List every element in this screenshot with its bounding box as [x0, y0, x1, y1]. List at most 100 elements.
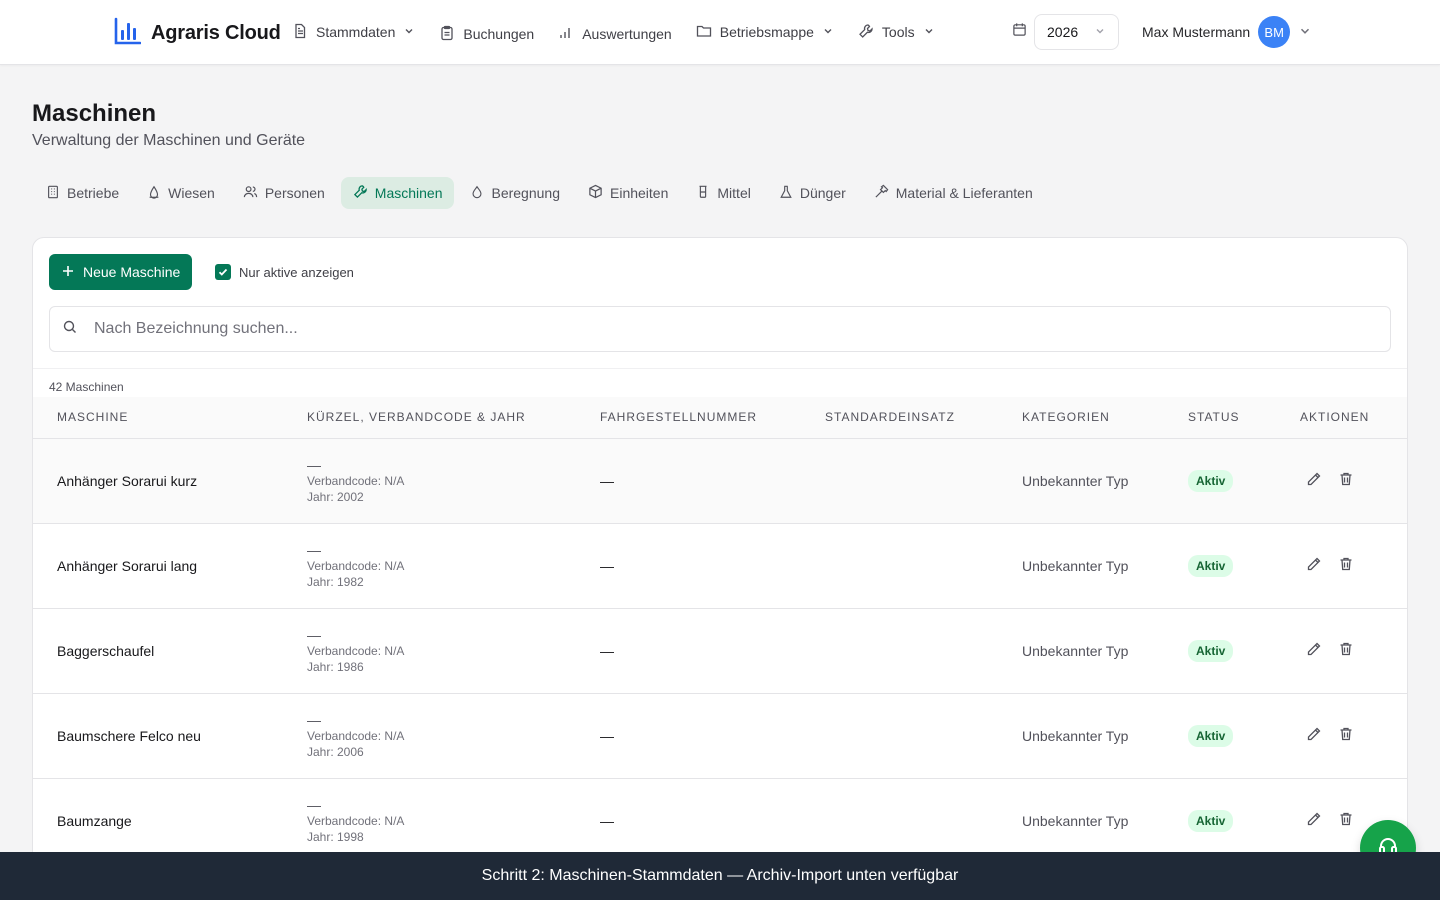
edit-icon[interactable]	[1306, 471, 1322, 490]
delete-icon[interactable]	[1338, 641, 1354, 660]
bar-chart-icon	[558, 25, 574, 44]
status-badge: Aktiv	[1188, 724, 1234, 747]
search-input[interactable]	[94, 320, 1294, 338]
wrench-icon	[858, 23, 874, 42]
status-cell: Aktiv	[1188, 693, 1300, 778]
standardeinsatz	[825, 778, 1022, 863]
edit-icon[interactable]	[1306, 641, 1322, 660]
verbandcode: Verbandcode: N/A	[307, 643, 405, 658]
nav-label: Stammdaten	[316, 24, 396, 40]
table-row[interactable]: Baggerschaufel — Verbandcode: N/A Jahr: 198…	[33, 608, 1407, 693]
tab-mittel[interactable]: Mittel	[684, 177, 762, 209]
column-header[interactable]: KATEGORIEN	[1022, 397, 1188, 439]
top-navbar: Agraris Cloud Stammdaten Buchungen Auswe…	[0, 0, 1440, 65]
machine-meta: — Verbandcode: N/A Jahr: 2002	[307, 438, 600, 523]
chevron-down-icon	[403, 24, 415, 40]
nav-auswertungen[interactable]: Auswertungen	[558, 25, 672, 44]
verbandcode: Verbandcode: N/A	[307, 558, 405, 573]
kuerzel: —	[307, 711, 321, 728]
fahrgestellnummer: —	[600, 557, 614, 574]
table-row[interactable]: Baumschere Felco neu — Verbandcode: N/A Jah…	[33, 693, 1407, 778]
nav-tools[interactable]: Tools	[858, 23, 935, 42]
tab-label: Betriebe	[67, 185, 120, 201]
only-active-toggle[interactable]: Nur aktive anzeigen	[215, 264, 354, 280]
new-machine-button[interactable]: Neue Maschine	[49, 254, 193, 290]
table-row[interactable]: Anhänger Sorarui kurz — Verbandcode: N/A Ja…	[33, 438, 1407, 523]
fahrgestellnummer: —	[600, 812, 614, 829]
column-header[interactable]: FAHRGESTELLNUMMER	[600, 397, 825, 439]
tab-einheiten[interactable]: Einheiten	[576, 177, 680, 209]
folder-icon	[696, 23, 712, 42]
hammer-icon	[874, 184, 889, 202]
kategorie: Unbekannter Typ	[1022, 812, 1129, 829]
column-header[interactable]: KÜRZEL, VERBANDCODE & JAHR	[307, 397, 600, 439]
jahr: Jahr: 1982	[307, 574, 364, 589]
brand[interactable]: Agraris Cloud	[113, 17, 281, 50]
column-header[interactable]: MASCHINE	[33, 397, 307, 439]
nav-betriebsmappe[interactable]: Betriebsmappe	[696, 23, 834, 42]
only-active-checkbox[interactable]	[215, 264, 231, 280]
machine-count: 42 Maschinen	[49, 380, 124, 394]
tab-wiesen[interactable]: Wiesen	[135, 177, 227, 209]
search-icon	[62, 319, 78, 340]
kategorie: Unbekannter Typ	[1022, 557, 1129, 574]
document-icon	[292, 23, 308, 42]
edit-icon[interactable]	[1306, 811, 1322, 830]
flask-icon	[779, 185, 793, 202]
page-subtitle: Verwaltung der Maschinen und Geräte	[32, 132, 306, 149]
tab-label: Material & Lieferanten	[895, 185, 1033, 201]
building-icon	[46, 185, 60, 202]
jahr: Jahr: 2006	[307, 744, 364, 759]
delete-icon[interactable]	[1338, 556, 1354, 575]
tab-maschinen[interactable]: Maschinen	[340, 177, 455, 209]
field-icon	[147, 185, 161, 202]
table-body: Anhänger Sorarui kurz — Verbandcode: N/A Ja…	[33, 438, 1407, 863]
column-header[interactable]: STANDARDEINSATZ	[825, 397, 1022, 439]
divider	[33, 368, 1407, 369]
standardeinsatz	[825, 693, 1022, 778]
tab-material-lieferanten[interactable]: Material & Lieferanten	[862, 177, 1045, 209]
delete-icon[interactable]	[1338, 471, 1354, 490]
machine-name: Baumzange	[57, 812, 132, 829]
verbandcode: Verbandcode: N/A	[307, 473, 405, 488]
machine-name: Baggerschaufel	[57, 642, 155, 659]
standardeinsatz	[825, 523, 1022, 608]
column-header[interactable]: STATUS	[1188, 397, 1300, 439]
actions-cell	[1300, 523, 1407, 608]
column-header: AKTIONEN	[1300, 397, 1407, 439]
tab-beregnung[interactable]: Beregnung	[458, 177, 572, 209]
chevron-down-icon	[822, 24, 834, 40]
status-cell: Aktiv	[1188, 438, 1300, 523]
fahrgestellnummer: —	[600, 472, 614, 489]
table-row[interactable]: Baumzange — Verbandcode: N/A Jahr: 1998— Unb…	[33, 778, 1407, 863]
machine-meta: — Verbandcode: N/A Jahr: 2006	[307, 693, 600, 778]
status-cell: Aktiv	[1188, 608, 1300, 693]
main-nav: Stammdaten Buchungen Auswertungen Betrie…	[292, 0, 959, 64]
machines-table: MASCHINE KÜRZEL, VERBANDCODE & JAHR FAHR…	[33, 397, 1407, 864]
user-menu[interactable]: Max Mustermann BM	[1142, 16, 1312, 48]
tab-label: Einheiten	[610, 185, 669, 201]
tab-betriebe[interactable]: Betriebe	[34, 177, 131, 209]
edit-icon[interactable]	[1306, 556, 1322, 575]
status-badge: Aktiv	[1188, 554, 1234, 577]
jahr: Jahr: 2002	[307, 489, 364, 504]
delete-icon[interactable]	[1338, 811, 1354, 830]
machine-name: Anhänger Sorarui kurz	[57, 472, 198, 489]
status-badge: Aktiv	[1188, 809, 1234, 832]
year-select[interactable]: 2026	[1034, 14, 1119, 50]
tab-label: Personen	[264, 185, 325, 201]
check-icon	[218, 268, 228, 276]
verbandcode: Verbandcode: N/A	[307, 813, 405, 828]
nav-buchungen[interactable]: Buchungen	[439, 25, 534, 44]
actions-cell	[1300, 438, 1407, 523]
tab-personen[interactable]: Personen	[231, 177, 337, 209]
edit-icon[interactable]	[1306, 726, 1322, 745]
tab-duenger[interactable]: Dünger	[767, 177, 858, 209]
new-machine-label: Neue Maschine	[83, 264, 181, 280]
only-active-label: Nur aktive anzeigen	[239, 264, 354, 280]
nav-stammdaten[interactable]: Stammdaten	[292, 23, 415, 42]
delete-icon[interactable]	[1338, 726, 1354, 745]
fahrgestellnummer: —	[600, 727, 614, 744]
table-row[interactable]: Anhänger Sorarui lang — Verbandcode: N/A Ja…	[33, 523, 1407, 608]
kuerzel: —	[307, 541, 321, 558]
